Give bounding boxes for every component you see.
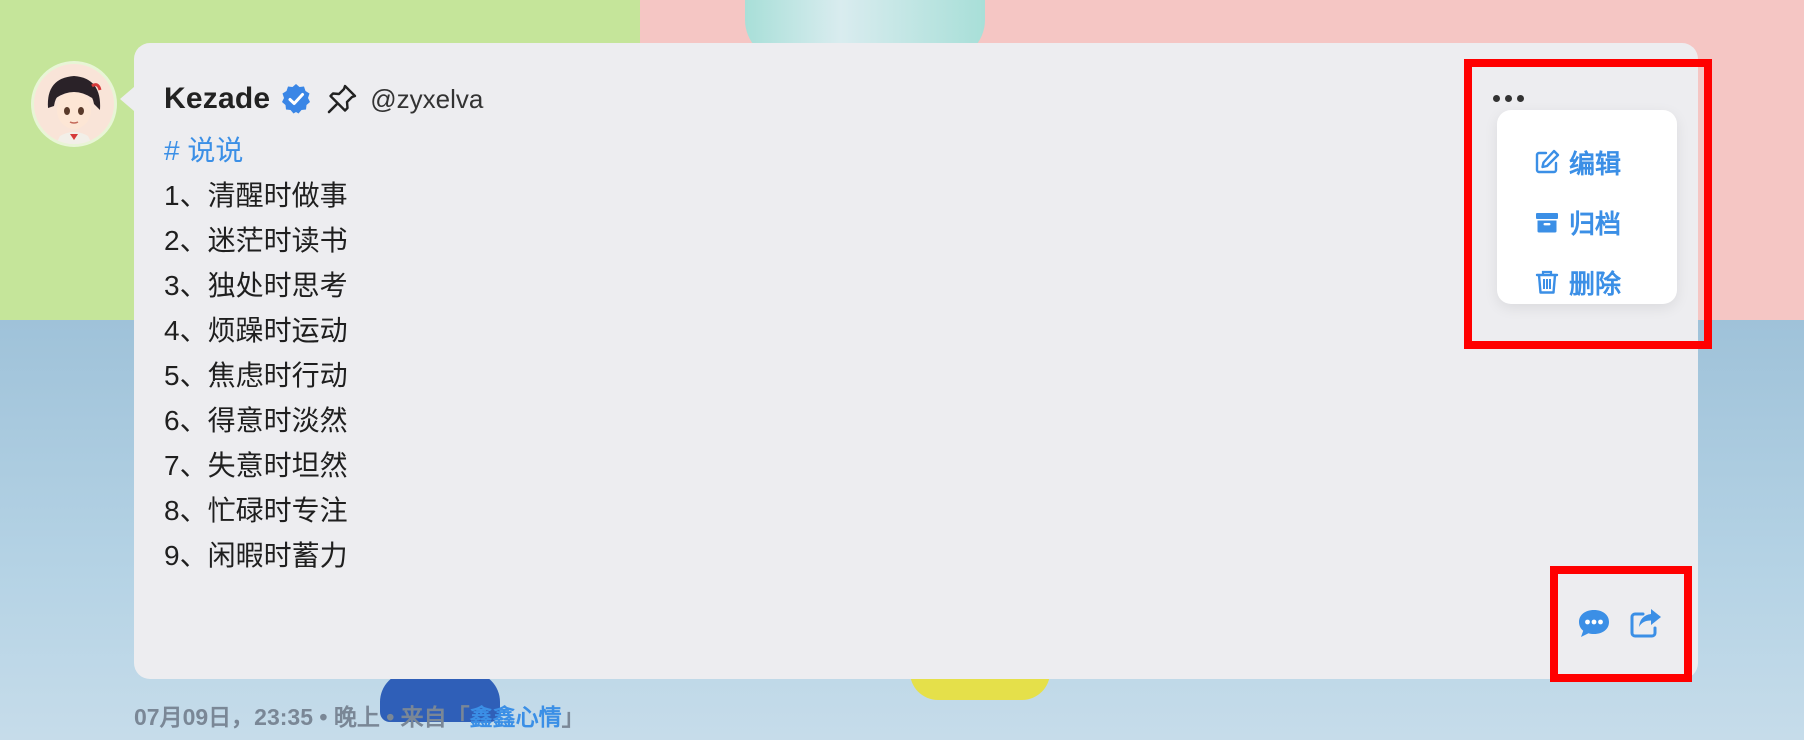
content-line: 5、焦虑时行动 (164, 360, 348, 391)
more-options-button[interactable] (1488, 84, 1528, 112)
delete-label: 删除 (1569, 268, 1622, 299)
author-name[interactable]: Kezade (164, 82, 270, 116)
content-line: 9、闲暇时蓄力 (164, 540, 348, 571)
archive-label: 归档 (1569, 208, 1622, 239)
avatar[interactable] (34, 64, 114, 144)
post-meta: 07月09日，23:35 • 晚上 • 来自「 (134, 704, 470, 730)
content-line: 1、清醒时做事 (164, 180, 348, 211)
content-line: 4、烦躁时运动 (164, 315, 348, 346)
content-line: 8、忙碌时专注 (164, 495, 348, 526)
post-content: 1、清醒时做事 2、迷茫时读书 3、独处时思考 4、烦躁时运动 5、焦虑时行动 … (164, 173, 348, 578)
archive-menu-item[interactable]: 归档 (1497, 192, 1677, 252)
post-header: Kezade @zyxelva (164, 79, 483, 119)
content-line: 3、独处时思考 (164, 270, 348, 301)
trash-icon (1535, 270, 1559, 294)
archive-icon (1536, 213, 1558, 233)
edit-label: 编辑 (1569, 148, 1622, 179)
post-source-link[interactable]: 鑫鑫心情 (470, 704, 562, 730)
pin-icon (326, 83, 358, 115)
verified-badge-icon (280, 83, 312, 115)
edit-menu-item[interactable]: 编辑 (1497, 132, 1677, 192)
content-line: 2、迷茫时读书 (164, 225, 348, 256)
post-options-menu: 编辑 归档 删除 (1497, 110, 1677, 304)
topic-tag[interactable]: # 说说 (164, 129, 243, 169)
share-icon[interactable] (1628, 606, 1664, 640)
content-line: 7、失意时坦然 (164, 450, 348, 481)
delete-menu-item[interactable]: 删除 (1497, 252, 1677, 312)
content-line: 6、得意时淡然 (164, 405, 348, 436)
post-meta-close: 」 (561, 704, 585, 730)
post-actions (1576, 606, 1664, 640)
author-handle[interactable]: @zyxelva (370, 84, 483, 115)
more-horizontal-icon (1492, 94, 1500, 102)
post-card: Kezade @zyxelva # 说说 1、清醒时做事 2、迷茫时读书 3、独… (120, 43, 1698, 679)
edit-icon (1535, 149, 1560, 174)
post-footer: 07月09日，23:35 • 晚上 • 来自「鑫鑫心情」 (134, 698, 585, 732)
comment-icon[interactable] (1576, 606, 1612, 640)
